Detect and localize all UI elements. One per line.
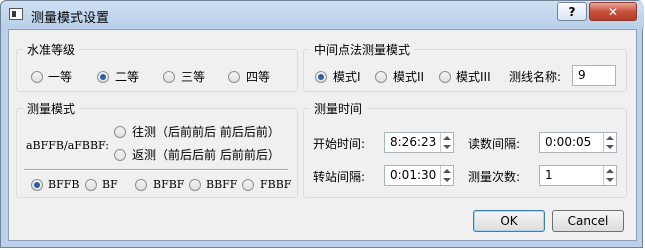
measure-mode-legend: 测量模式	[27, 102, 76, 116]
measure-count-label: 测量次数:	[468, 170, 521, 184]
pattern-label-bffb[interactable]: BFFB	[48, 178, 79, 191]
middle-method-legend: 中间点法测量模式	[314, 43, 411, 57]
start-time-spinner[interactable]	[440, 133, 453, 152]
level-label-3[interactable]: 三等	[181, 68, 205, 85]
start-time-input[interactable]: 8:26:23	[384, 132, 454, 153]
start-time-value: 8:26:23	[390, 135, 437, 149]
backward-radio[interactable]	[114, 149, 126, 161]
middle-mode-radio-1[interactable]	[315, 71, 327, 83]
spin-up-icon[interactable]	[443, 136, 451, 140]
middle-mode-label-1[interactable]: 模式I	[333, 68, 361, 85]
station-interval-label: 转站间隔:	[313, 170, 366, 184]
middle-mode-label-2[interactable]: 模式II	[393, 68, 424, 85]
spin-down-icon[interactable]	[443, 178, 451, 182]
pattern-radio-bfbf[interactable]	[135, 179, 147, 191]
measure-count-value: 1	[545, 168, 553, 182]
spin-down-icon[interactable]	[606, 145, 614, 149]
mode-separator	[24, 169, 288, 171]
line-name-input[interactable]: 9	[572, 65, 616, 86]
level-label-4[interactable]: 四等	[246, 68, 270, 85]
pattern-radio-bf[interactable]	[85, 179, 97, 191]
backward-label[interactable]: 返测（前后后前 后前前后）	[132, 146, 280, 163]
middle-mode-radio-2[interactable]	[375, 71, 387, 83]
measure-time-legend: 测量时间	[314, 102, 363, 116]
station-interval-spinner[interactable]	[440, 166, 453, 185]
middle-mode-label-3[interactable]: 模式III	[456, 68, 491, 85]
level-radio-3[interactable]	[163, 71, 175, 83]
ok-button[interactable]: OK	[473, 210, 545, 232]
title-bar: 测量模式设置 ? ✕	[1, 1, 644, 29]
pattern-radio-bffb[interactable]	[31, 179, 43, 191]
pattern-label: aBFFB/aFBBF:	[26, 139, 109, 152]
level-label-2[interactable]: 二等	[115, 68, 139, 85]
level-radio-2[interactable]	[97, 71, 109, 83]
station-interval-input[interactable]: 0:01:30	[384, 165, 454, 186]
start-time-label: 开始时间:	[313, 137, 366, 151]
read-interval-value: 0:00:05	[545, 135, 592, 149]
app-icon	[9, 8, 23, 20]
read-interval-input[interactable]: 0:00:05	[539, 132, 617, 153]
level-group-legend: 水准等级	[27, 43, 76, 57]
pattern-label-fbbf[interactable]: FBBF	[260, 178, 291, 191]
measure-count-input[interactable]: 1	[539, 165, 617, 186]
middle-mode-radio-3[interactable]	[439, 71, 451, 83]
pattern-radio-fbbf[interactable]	[242, 179, 254, 191]
spin-down-icon[interactable]	[606, 178, 614, 182]
line-name-label: 测线名称:	[509, 70, 562, 84]
window-title: 测量模式设置	[31, 11, 110, 26]
level-label-1[interactable]: 一等	[48, 68, 72, 85]
station-interval-value: 0:01:30	[390, 168, 437, 182]
pattern-label-bfbf[interactable]: BFBF	[153, 178, 184, 191]
level-radio-4[interactable]	[228, 71, 240, 83]
forward-label[interactable]: 往测（后前前后 前后后前）	[132, 123, 280, 140]
level-radio-1[interactable]	[31, 71, 43, 83]
cancel-button[interactable]: Cancel	[552, 210, 624, 232]
help-button[interactable]: ?	[557, 2, 587, 21]
dialog-client-area: 水准等级 一等 二等 三等 四等 中间点法测量模式 模式I 模式II 模式III…	[8, 29, 637, 241]
spin-up-icon[interactable]	[606, 169, 614, 173]
read-interval-spinner[interactable]	[603, 133, 616, 152]
close-button[interactable]: ✕	[589, 2, 637, 21]
forward-radio[interactable]	[114, 126, 126, 138]
spin-up-icon[interactable]	[443, 169, 451, 173]
measure-count-spinner[interactable]	[603, 166, 616, 185]
pattern-radio-bbff[interactable]	[189, 179, 201, 191]
pattern-label-bbff[interactable]: BBFF	[206, 178, 237, 191]
spin-down-icon[interactable]	[443, 145, 451, 149]
read-interval-label: 读数间隔:	[468, 137, 521, 151]
pattern-label-bf[interactable]: BF	[102, 178, 118, 191]
spin-up-icon[interactable]	[606, 136, 614, 140]
dialog-window: 测量模式设置 ? ✕ 水准等级 一等 二等 三等 四等 中间点法测量模式 模式I…	[0, 0, 644, 248]
